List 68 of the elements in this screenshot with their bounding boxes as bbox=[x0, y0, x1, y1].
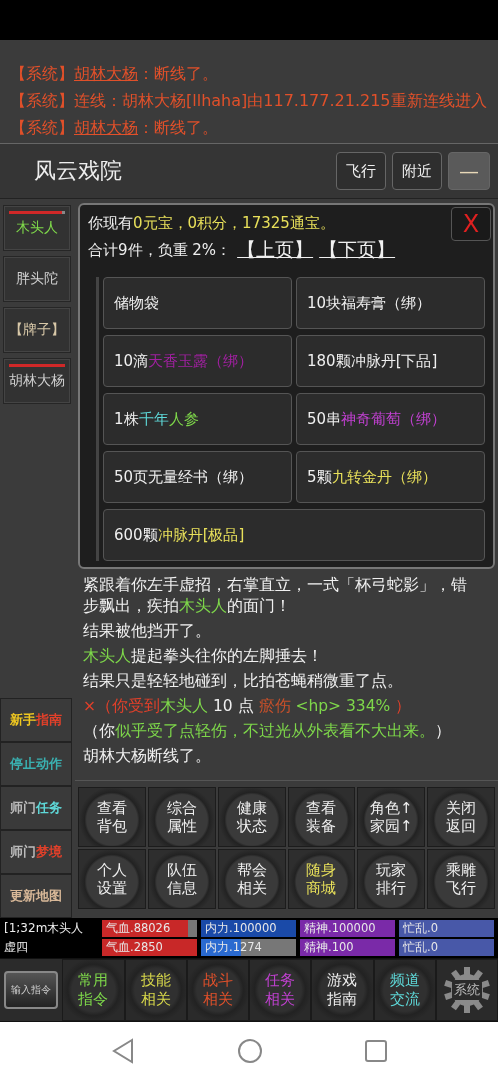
location-title: 风云戏院 bbox=[34, 157, 123, 185]
log-line: 木头人提起拳头往你的左脚捶去！ bbox=[83, 646, 324, 667]
action-button[interactable]: 帮会相关 bbox=[217, 849, 286, 909]
stat-bar: 精神.100 bbox=[300, 939, 395, 956]
command-button[interactable]: 新手指南 bbox=[0, 698, 72, 742]
input-command-button[interactable]: 输入指令 bbox=[4, 971, 59, 1009]
home-icon[interactable] bbox=[237, 1038, 263, 1064]
system-message: 【系统】胡林大杨：断线了。 bbox=[10, 63, 219, 85]
action-button[interactable]: 乘雕飞行 bbox=[427, 849, 495, 909]
target-name: 虚四 bbox=[4, 939, 29, 956]
inventory-item[interactable]: 10块福寿膏（绑） bbox=[296, 277, 485, 329]
log-line: （你似乎受了点轻伤，不过光从外表看不大出来。） bbox=[83, 721, 452, 742]
recent-apps-icon[interactable] bbox=[363, 1039, 388, 1063]
health-bar bbox=[9, 364, 65, 367]
action-button[interactable]: 综合属性 bbox=[147, 787, 216, 847]
system-message: 【系统】胡林大杨：断线了。 bbox=[10, 117, 219, 139]
command-button[interactable]: 师门任务 bbox=[0, 786, 72, 830]
stat-bar: 忙乱.0 bbox=[399, 939, 494, 956]
stat-bar: 气血.2850 bbox=[102, 939, 197, 956]
top-button[interactable]: 飞行 bbox=[336, 152, 386, 190]
action-button[interactable]: 角色↑家园↑ bbox=[357, 787, 426, 847]
health-bar bbox=[9, 211, 65, 214]
command-button[interactable]: 停止动作 bbox=[0, 742, 72, 786]
target-name: [1;32m木头人 bbox=[4, 920, 85, 937]
top-button[interactable]: 附近 bbox=[392, 152, 442, 190]
summary-text: 合计9件，负重 2%： bbox=[88, 240, 232, 261]
action-button[interactable]: 查看装备 bbox=[287, 787, 356, 847]
inventory-item[interactable]: 5颗九转金丹（绑） bbox=[296, 451, 485, 503]
balance-text: 你现有0元宝，0积分，17325通宝。 bbox=[88, 213, 335, 234]
stat-bar: 忙乱.0 bbox=[399, 920, 494, 937]
page-link[interactable]: 【下页】 bbox=[319, 237, 396, 263]
action-button[interactable]: 查看背包 bbox=[78, 787, 146, 847]
stat-bar: 精神.100000 bbox=[300, 920, 395, 937]
inventory-item[interactable]: 50页无量经书（绑） bbox=[103, 451, 292, 503]
inventory-item[interactable]: 50串神奇葡萄（绑） bbox=[296, 393, 485, 445]
system-button[interactable]: 系统 bbox=[435, 959, 498, 1021]
npc-button[interactable]: 木头人 bbox=[3, 205, 71, 251]
system-message: 【系统】连线：胡林大杨[llhaha]由117.177.21.215重新连线进入 bbox=[10, 90, 488, 112]
log-line: 紧跟着你左手虚招，右掌直立，一式「杯弓蛇影」，错步飘出，疾拍木头人的面门！ bbox=[83, 575, 468, 617]
action-button[interactable]: 玩家排行 bbox=[357, 849, 426, 909]
inventory-item[interactable]: 600颗冲脉丹[极品] bbox=[103, 509, 485, 561]
inventory-item[interactable]: 储物袋 bbox=[103, 277, 292, 329]
inventory-item[interactable]: 10滴天香玉露（绑） bbox=[103, 335, 292, 387]
action-button[interactable]: 关闭返回 bbox=[427, 787, 495, 847]
log-line: ×（你受到木头人 10 点 瘀伤 <hp> 334% ） bbox=[83, 696, 413, 717]
log-line: 结果只是轻轻地碰到，比拍苍蝇稍微重了点。 bbox=[83, 671, 404, 692]
action-button[interactable]: 健康状态 bbox=[217, 787, 286, 847]
minimize-button[interactable]: — bbox=[448, 152, 490, 190]
inventory-item[interactable]: 180颗冲脉丹[下品] bbox=[296, 335, 485, 387]
menu-button[interactable]: 常用指令 bbox=[62, 959, 125, 1021]
npc-button[interactable]: 胖头陀 bbox=[3, 256, 71, 302]
page-link[interactable]: 【上页】 bbox=[237, 237, 314, 263]
command-button[interactable]: 更新地图 bbox=[0, 874, 72, 918]
menu-button[interactable]: 技能相关 bbox=[124, 959, 187, 1021]
menu-button[interactable]: 频道交流 bbox=[373, 959, 436, 1021]
npc-button[interactable]: 【牌子】 bbox=[3, 307, 71, 353]
npc-button[interactable]: 胡林大杨 bbox=[3, 358, 71, 404]
menu-button[interactable]: 游戏指南 bbox=[311, 959, 374, 1021]
action-button[interactable]: 队伍信息 bbox=[147, 849, 216, 909]
inventory-item[interactable]: 1株千年人参 bbox=[103, 393, 292, 445]
action-button[interactable]: 个人设置 bbox=[78, 849, 146, 909]
command-button[interactable]: 师门梦境 bbox=[0, 830, 72, 874]
action-button[interactable]: 随身商城 bbox=[287, 849, 356, 909]
log-line: 胡林大杨断线了。 bbox=[83, 746, 212, 767]
log-line: 结果被他挡开了。 bbox=[83, 621, 212, 642]
stat-bar: 内力.100000 bbox=[201, 920, 296, 937]
stat-bar: 气血.88026 bbox=[102, 920, 197, 937]
close-button[interactable]: X bbox=[451, 207, 491, 241]
